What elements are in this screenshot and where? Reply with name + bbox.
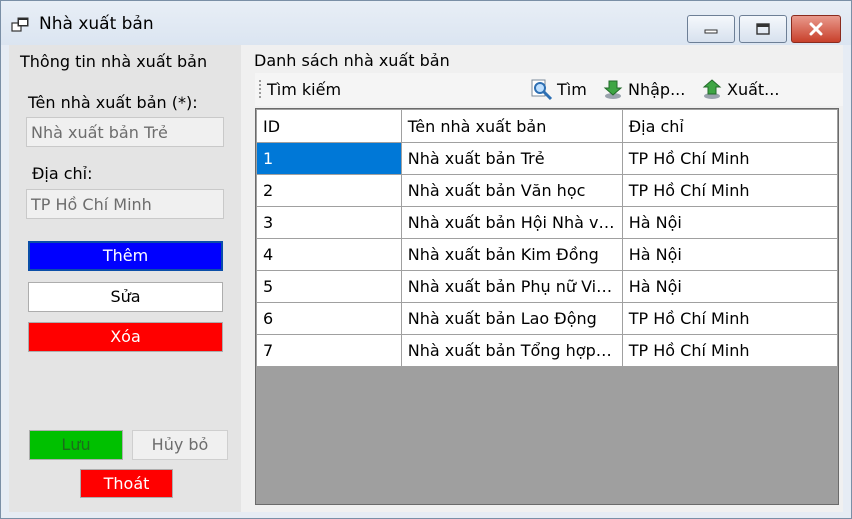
cell-address[interactable]: Hà Nội — [621, 270, 838, 303]
main-window: Nhà xuất bản Thông tin nhà xuất bản Tên … — [0, 0, 852, 519]
window-icon — [11, 17, 29, 32]
cell-id[interactable]: 7 — [256, 334, 402, 367]
search-label: Tìm kiếm — [267, 80, 342, 99]
search-input[interactable] — [353, 76, 523, 103]
export-label: Xuất... — [727, 80, 780, 99]
list-panel-title: Danh sách nhà xuất bản — [254, 51, 450, 70]
table-row[interactable]: 2 Nhà xuất bản Văn học TP Hồ Chí Minh — [256, 174, 838, 207]
maximize-icon — [756, 23, 770, 35]
export-button[interactable]: Xuất... — [701, 73, 779, 106]
cell-address[interactable]: TP Hồ Chí Minh — [621, 334, 838, 367]
edit-button[interactable]: Sửa — [28, 282, 223, 312]
cell-address[interactable]: TP Hồ Chí Minh — [621, 142, 838, 175]
cell-id[interactable]: 5 — [256, 270, 402, 303]
column-header-address[interactable]: Địa chỉ — [621, 109, 838, 143]
cell-id[interactable]: 6 — [256, 302, 402, 335]
address-field[interactable]: TP Hồ Chí Minh — [26, 189, 224, 219]
cell-name[interactable]: Nhà xuất bản Văn học — [400, 174, 623, 207]
upload-arrow-icon — [702, 78, 722, 99]
column-header-id[interactable]: ID — [256, 109, 402, 143]
save-button[interactable]: Lưu — [29, 430, 123, 460]
toolbar: Tìm kiếm Tìm Nhập... Xuất... — [255, 73, 843, 106]
cell-address[interactable]: Hà Nội — [621, 206, 838, 239]
table-row[interactable]: 3 Nhà xuất bản Hội Nhà văn Hà Nội — [256, 206, 838, 239]
title-bar: Nhà xuất bản — [1, 1, 851, 45]
cell-name[interactable]: Nhà xuất bản Tổng hợp ... — [400, 334, 623, 367]
info-panel: Thông tin nhà xuất bản Tên nhà xuất bản … — [9, 45, 241, 512]
window-title: Nhà xuất bản — [39, 14, 154, 34]
client-area: Thông tin nhà xuất bản Tên nhà xuất bản … — [9, 45, 843, 512]
column-header-name[interactable]: Tên nhà xuất bản — [400, 109, 623, 143]
cell-id[interactable]: 3 — [256, 206, 402, 239]
cell-name[interactable]: Nhà xuất bản Trẻ — [400, 142, 623, 175]
header-row: ID Tên nhà xuất bản Địa chỉ — [256, 109, 838, 143]
name-field[interactable]: Nhà xuất bản Trẻ — [26, 117, 224, 147]
table-row[interactable]: 7 Nhà xuất bản Tổng hợp ... TP Hồ Chí Mi… — [256, 334, 838, 367]
name-label: Tên nhà xuất bản (*): — [28, 93, 198, 112]
cell-address[interactable]: TP Hồ Chí Minh — [621, 302, 838, 335]
cell-name[interactable]: Nhà xuất bản Hội Nhà văn — [400, 206, 623, 239]
cell-name[interactable]: Nhà xuất bản Kim Đồng — [400, 238, 623, 271]
magnifier-icon — [531, 79, 553, 100]
minimize-button[interactable] — [687, 15, 735, 43]
import-label: Nhập... — [628, 80, 686, 99]
table-row[interactable]: 1 Nhà xuất bản Trẻ TP Hồ Chí Minh — [256, 142, 838, 175]
find-label: Tìm — [557, 80, 587, 99]
publisher-table: ID Tên nhà xuất bản Địa chỉ 1 Nhà xuất b… — [256, 109, 838, 367]
publisher-grid[interactable]: ID Tên nhà xuất bản Địa chỉ 1 Nhà xuất b… — [255, 108, 839, 505]
cell-id[interactable]: 4 — [256, 238, 402, 271]
maximize-button[interactable] — [739, 15, 787, 43]
cell-id[interactable]: 2 — [256, 174, 402, 207]
table-row[interactable]: 4 Nhà xuất bản Kim Đồng Hà Nội — [256, 238, 838, 271]
import-button[interactable]: Nhập... — [602, 73, 685, 106]
table-row[interactable]: 5 Nhà xuất bản Phụ nữ Việ... Hà Nội — [256, 270, 838, 303]
address-label: Địa chỉ: — [32, 164, 93, 183]
delete-button[interactable]: Xóa — [28, 322, 223, 352]
table-row[interactable]: 6 Nhà xuất bản Lao Động TP Hồ Chí Minh — [256, 302, 838, 335]
cell-address[interactable]: Hà Nội — [621, 238, 838, 271]
cell-id[interactable]: 1 — [256, 142, 402, 175]
cell-address[interactable]: TP Hồ Chí Minh — [621, 174, 838, 207]
download-arrow-icon — [603, 80, 623, 99]
close-icon — [809, 22, 823, 36]
close-button[interactable] — [791, 15, 841, 43]
cell-name[interactable]: Nhà xuất bản Phụ nữ Việ... — [400, 270, 623, 303]
exit-button[interactable]: Thoát — [80, 469, 173, 498]
cell-name[interactable]: Nhà xuất bản Lao Động — [400, 302, 623, 335]
info-panel-title: Thông tin nhà xuất bản — [20, 52, 208, 71]
minimize-icon — [704, 29, 718, 34]
find-button[interactable]: Tìm — [531, 73, 587, 106]
toolbar-grip — [259, 80, 261, 98]
cancel-button[interactable]: Hủy bỏ — [132, 430, 228, 460]
add-button[interactable]: Thêm — [28, 241, 223, 271]
